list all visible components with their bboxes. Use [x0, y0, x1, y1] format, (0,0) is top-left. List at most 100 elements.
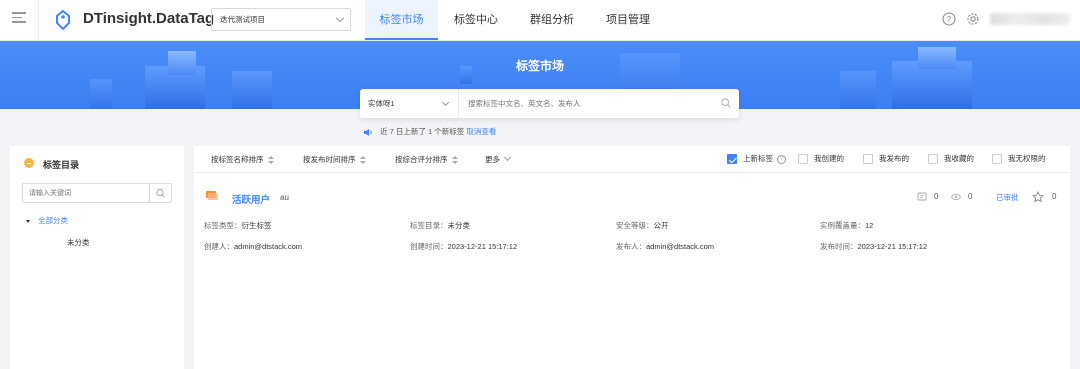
catalog-search [22, 183, 172, 203]
tab-tag-center[interactable]: 标签中心 [442, 0, 510, 40]
sort-filter-bar: 按标签名称排序 按发布时间排序 按综合评分排序 更多 上新标签? 我创建的 我发… [194, 146, 1070, 173]
speaker-icon [364, 128, 372, 136]
filter-label: 我收藏的 [944, 154, 974, 163]
chevron-down-icon [335, 13, 345, 23]
more-dropdown[interactable]: 更多 [485, 153, 512, 165]
meta-key: 标签目录： [410, 221, 448, 230]
caret-down-icon[interactable] [26, 219, 30, 223]
checkbox[interactable] [798, 154, 808, 165]
banner-title: 标签市场 [515, 59, 564, 73]
help-icon[interactable]: ? [777, 154, 786, 164]
tag-code: au [280, 193, 289, 202]
meta-value: 2023-12-21 15:17:12 [857, 242, 928, 251]
publisher: 发布人：admin@dtstack.com [616, 241, 714, 252]
sort-icon [451, 156, 458, 164]
checkbox[interactable] [928, 154, 938, 165]
checkbox[interactable] [863, 154, 873, 165]
filter-published-by-me[interactable]: 我发布的 [863, 153, 909, 165]
tag-icon [206, 191, 218, 200]
approval-status: 已审批 [996, 193, 1019, 202]
created-time: 创建时间：2023-12-21 15:17:12 [410, 241, 517, 252]
security-level: 安全等级：公开 [616, 220, 669, 231]
gear-icon[interactable] [966, 12, 980, 26]
comment-icon [917, 192, 927, 201]
sort-by-name[interactable]: 按标签名称排序 [211, 154, 274, 165]
meta-key: 标签类型： [204, 221, 242, 230]
checkbox[interactable] [992, 154, 1002, 165]
comment-count: 0 [934, 192, 939, 201]
sort-icon [267, 156, 274, 164]
tab-tag-market[interactable]: 标签市场 [365, 0, 438, 40]
meta-value: 2023-12-21 15:17:12 [447, 242, 518, 251]
filter-label: 我创建的 [814, 154, 844, 163]
meta-value: admin@dtstack.com [646, 242, 715, 251]
sidebar-title: 标签目录 [43, 160, 80, 170]
meta-value: 衍生标签 [241, 221, 272, 230]
tag-search-input[interactable] [460, 89, 720, 118]
tree-item-label: 全部分类 [38, 216, 68, 225]
search-icon [156, 188, 165, 198]
tag-catalog: 标签目录：未分类 [410, 220, 470, 231]
user-avatar-blurred[interactable] [990, 13, 1070, 25]
banner-decoration [840, 71, 876, 109]
meta-value: 未分类 [447, 221, 471, 230]
meta-key: 创建人： [204, 242, 234, 251]
banner-decoration [232, 71, 272, 109]
catalog-search-input[interactable] [23, 184, 151, 202]
instance-coverage: 实例覆盖量：12 [820, 220, 873, 231]
top-nav-bar: DTinsight.DataTag 迭代测试项目 标签市场 标签中心 群组分析 … [0, 0, 1080, 41]
project-select[interactable]: 迭代测试项目 [211, 8, 351, 31]
chevron-down-icon [503, 153, 512, 162]
tag-name-link[interactable]: 活跃用户 [232, 192, 270, 206]
sort-label: 按标签名称排序 [211, 155, 264, 164]
help-icon[interactable]: ? [942, 12, 956, 26]
sort-icon [359, 156, 366, 164]
tab-project-management[interactable]: 项目管理 [594, 0, 662, 40]
filter-no-permission[interactable]: 我无权限的 [992, 153, 1046, 165]
entity-select-value: 实体呀1 [368, 99, 395, 108]
project-select-value: 迭代测试项目 [220, 15, 265, 24]
view-count: 0 [968, 192, 973, 201]
catalog-icon [24, 158, 34, 168]
filter-label: 上新标签 [743, 154, 773, 163]
meta-key: 发布时间： [820, 242, 858, 251]
star-icon[interactable] [1032, 191, 1044, 203]
tab-group-analysis[interactable]: 群组分析 [516, 0, 588, 40]
menu-icon[interactable] [12, 12, 26, 26]
logo-area: DTinsight.DataTag [38, 0, 214, 40]
meta-key: 发布人： [616, 242, 646, 251]
creator: 创建人：admin@dtstack.com [204, 241, 302, 252]
entity-select[interactable]: 实体呀1 [360, 89, 459, 118]
sort-by-score[interactable]: 按综合评分排序 [395, 154, 458, 165]
search-icon[interactable] [721, 98, 731, 108]
new-tag-notice: 近 7 日上新了 1 个新标签 取消查看 [363, 126, 496, 137]
meta-key: 创建时间： [410, 242, 448, 251]
eye-icon [951, 193, 961, 201]
chevron-down-icon [441, 98, 450, 107]
filter-new-tags[interactable]: 上新标签? [727, 153, 786, 165]
tree-item-all[interactable]: 全部分类 [26, 215, 68, 226]
meta-value: 公开 [653, 221, 669, 230]
meta-key: 安全等级： [616, 221, 654, 230]
checkbox[interactable] [727, 154, 737, 165]
catalog-search-button[interactable] [149, 184, 171, 202]
banner-decoration [90, 79, 112, 109]
filter-label: 我无权限的 [1008, 154, 1046, 163]
tag-type: 标签类型：衍生标签 [204, 220, 272, 231]
tree-item-uncategorized[interactable]: 未分类 [67, 237, 90, 248]
catalog-sidebar: 标签目录 全部分类 未分类 [10, 146, 184, 369]
tag-search-box: 实体呀1 [360, 89, 739, 118]
app-title: DTinsight.DataTag [83, 10, 215, 27]
meta-key: 实例覆盖量： [820, 221, 865, 230]
filter-favorited-by-me[interactable]: 我收藏的 [928, 153, 974, 165]
cancel-view-link[interactable]: 取消查看 [466, 127, 496, 136]
svg-text:?: ? [947, 15, 952, 24]
sort-by-time[interactable]: 按发布时间排序 [303, 154, 366, 165]
logo-icon [56, 9, 70, 31]
meta-value: 12 [865, 221, 874, 230]
meta-value: admin@dtstack.com [234, 242, 303, 251]
tag-list-panel: 按标签名称排序 按发布时间排序 按综合评分排序 更多 上新标签? 我创建的 我发… [194, 146, 1070, 369]
more-label: 更多 [485, 155, 500, 164]
favorite-count: 0 [1052, 192, 1057, 201]
filter-created-by-me[interactable]: 我创建的 [798, 153, 844, 165]
